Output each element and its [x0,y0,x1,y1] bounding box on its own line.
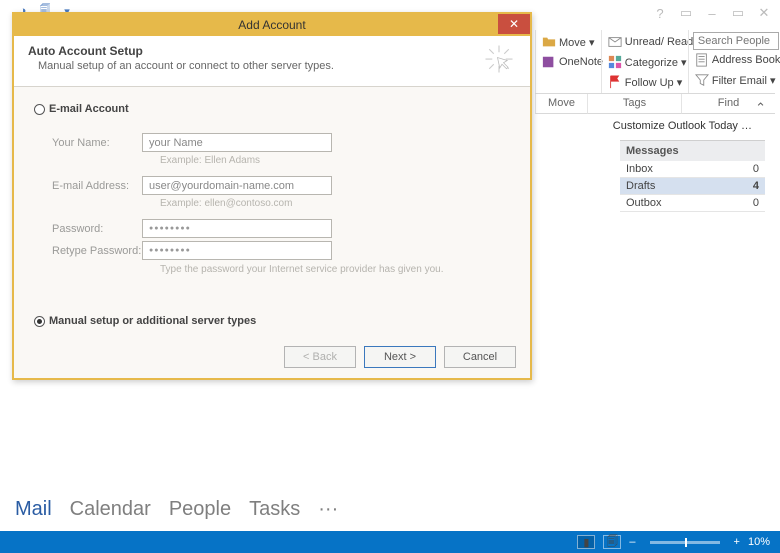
dialog-titlebar[interactable]: Add Account ✕ [14,14,530,36]
onenote-icon [542,55,556,69]
folder-name: Drafts [626,180,655,192]
password-input[interactable]: ●●●●●●●● [142,219,332,238]
nav-tasks[interactable]: Tasks [249,498,300,521]
radio-label: E-mail Account [49,103,129,115]
messages-pane: Messages Inbox 0 Drafts 4 Outbox 0 [620,140,765,212]
email-label: E-mail Address: [52,180,142,192]
minimize-button[interactable]: – [702,4,722,22]
dialog-heading: Auto Account Setup [28,44,516,58]
your-name-input[interactable] [142,133,332,152]
nav-people[interactable]: People [169,498,231,521]
zoom-slider[interactable] [650,541,720,544]
name-label: Your Name: [52,137,142,149]
cancel-button[interactable]: Cancel [444,346,516,368]
flag-icon [608,75,622,89]
radio-icon [34,316,45,327]
manual-setup-radio[interactable]: Manual setup or additional server types [34,315,510,327]
folder-count: 0 [753,163,759,175]
view-reading-button[interactable]: 🗐 [603,535,621,549]
add-account-dialog: Add Account ✕ Auto Account Setup Manual … [12,12,532,380]
zoom-out-button[interactable]: – [629,536,635,548]
navigation-bar: Mail Calendar People Tasks ··· [15,498,338,521]
folder-row-outbox[interactable]: Outbox 0 [620,195,765,212]
password-hint: Type the password your Internet service … [160,264,510,275]
cursor-sparkle-icon [484,44,514,74]
folder-count: 0 [753,197,759,209]
dialog-subheading: Manual setup of an account or connect to… [38,60,516,72]
email-account-radio[interactable]: E-mail Account [34,103,510,115]
collapse-ribbon-button[interactable]: ⌃ [755,100,766,116]
folder-count: 4 [753,180,759,192]
ribbon: Move ▾ OneNote Unread/ Read Categorize ▾… [535,30,775,114]
messages-header: Messages [620,140,765,161]
radio-icon [34,104,45,115]
zoom-in-button[interactable]: + [734,536,740,548]
funnel-icon [695,73,709,87]
view-normal-button[interactable]: ▮ [577,535,595,549]
folder-name: Outbox [626,197,661,209]
address-book-button[interactable]: Address Book [693,50,771,70]
radio-label: Manual setup or additional server types [49,315,256,327]
status-bar: ▮ 🗐 – + 10% [0,531,780,553]
categorize-menu[interactable]: Categorize ▾ [606,52,684,72]
dialog-title: Add Account [238,18,305,32]
filter-email-menu[interactable]: Filter Email ▾ [693,70,771,90]
window-controls: ? ▭ – ▭ ✕ [650,4,774,22]
categorize-icon [608,55,622,69]
retype-password-input[interactable]: ●●●●●●●● [142,241,332,260]
folder-name: Inbox [626,163,653,175]
nav-more[interactable]: ··· [318,498,338,521]
close-window-button[interactable]: ✕ [754,4,774,22]
dialog-close-button[interactable]: ✕ [498,14,530,34]
customize-outlook-link[interactable]: Customize Outlook Today … [613,120,752,132]
ribbon-group-tags: Tags [587,94,681,114]
password-label: Password: [52,223,142,235]
email-input[interactable] [142,176,332,195]
back-button: < Back [284,346,356,368]
move-menu[interactable]: Move ▾ [540,32,597,52]
help-button[interactable]: ? [650,4,670,22]
onenote-button[interactable]: OneNote [540,52,597,72]
email-example: Example: ellen@contoso.com [160,198,510,209]
folder-icon [542,35,556,49]
zoom-level: 10% [748,536,770,548]
envelope-icon [608,35,622,49]
ribbon-group-move: Move [535,94,587,114]
search-people-input[interactable] [693,32,779,50]
nav-mail[interactable]: Mail [15,498,52,521]
dialog-header: Auto Account Setup Manual setup of an ac… [14,36,530,87]
follow-up-menu[interactable]: Follow Up ▾ [606,72,684,92]
next-button[interactable]: Next > [364,346,436,368]
maximize-button[interactable]: ▭ [728,4,748,22]
nav-calendar[interactable]: Calendar [70,498,151,521]
unread-read-button[interactable]: Unread/ Read [606,32,684,52]
folder-row-drafts[interactable]: Drafts 4 [620,178,765,195]
folder-row-inbox[interactable]: Inbox 0 [620,161,765,178]
retype-password-label: Retype Password: [52,245,142,257]
address-book-icon [695,53,709,67]
name-example: Example: Ellen Adams [160,155,510,166]
restore-button[interactable]: ▭ [676,4,696,22]
